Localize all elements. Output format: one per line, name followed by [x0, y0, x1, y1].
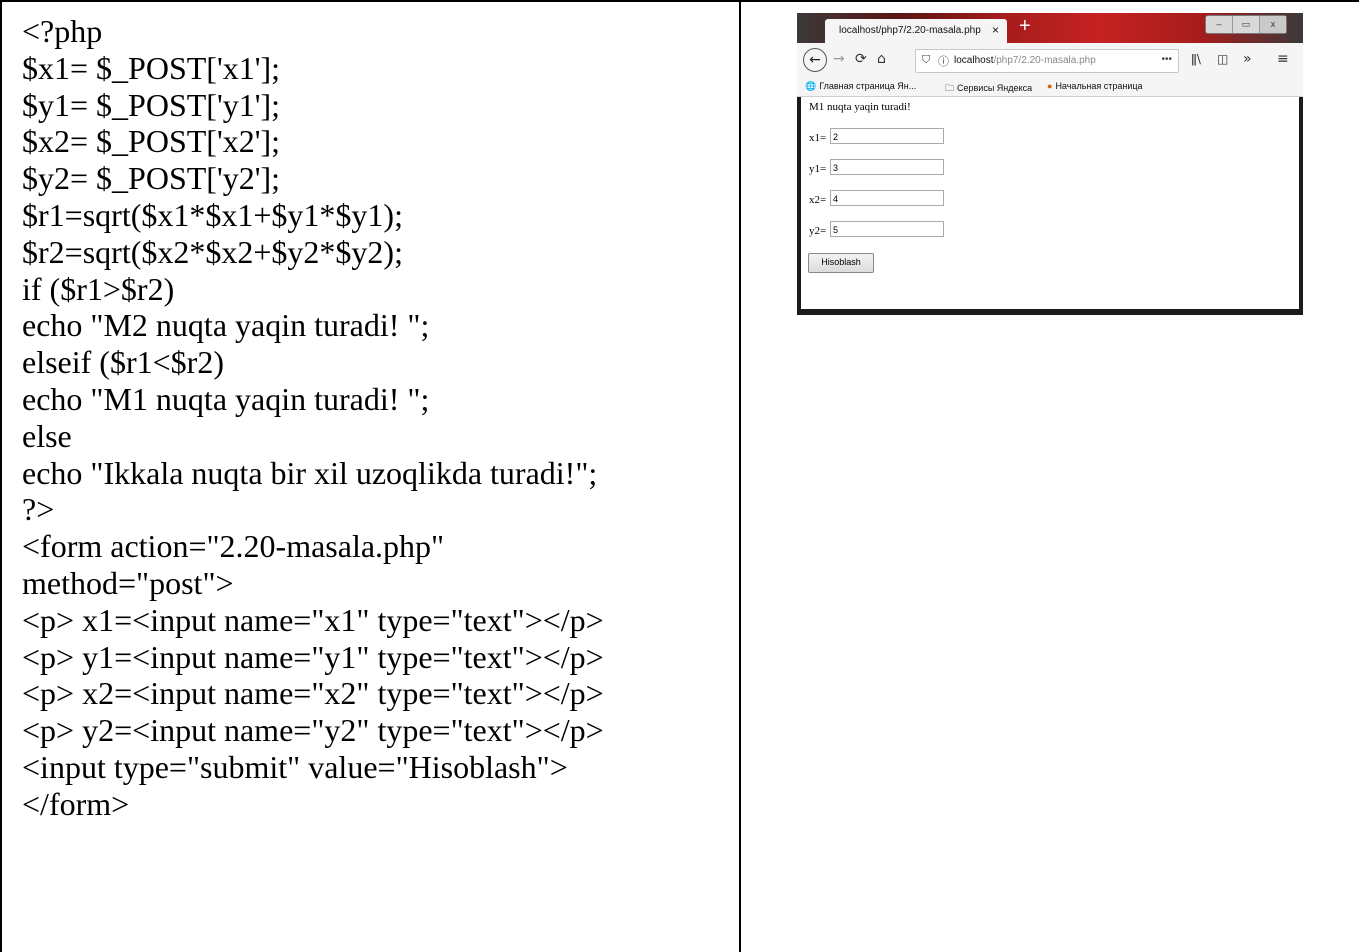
code-listing: <?php $x1= $_POST['x1']; $y1= $_POST['y1…	[22, 13, 734, 823]
submit-button[interactable]: Hisoblash	[808, 253, 874, 273]
x2-label: x2=	[809, 194, 827, 206]
bookmark-label: Начальная страница	[1055, 81, 1143, 91]
info-icon[interactable]: ⓘ	[938, 53, 949, 69]
code-line: <input type="submit" value="Hisoblash">	[22, 748, 568, 785]
code-line: $r1=sqrt($x1*$x1+$y1*$y1);	[22, 196, 403, 233]
y1-label: y1=	[809, 163, 827, 175]
code-line: $y1= $_POST['y1'];	[22, 86, 281, 123]
close-window-button[interactable]: x	[1260, 16, 1286, 33]
bookmark-item[interactable]: 🗀 Сервисы Яндекса	[945, 81, 1032, 97]
bookmark-item[interactable]: ● Начальная страница	[1047, 81, 1143, 91]
overflow-menu-icon[interactable]: »	[1243, 51, 1252, 67]
code-line: if ($r1>$r2)	[22, 270, 175, 307]
browser-tab[interactable]: localhost/php7/2.20-masala.php ×	[825, 19, 1007, 43]
sidebar-icon[interactable]: ◫	[1217, 51, 1228, 67]
code-line: echo "M2 nuqta yaqin turadi! ";	[22, 307, 430, 344]
library-icon[interactable]: ǁ\	[1191, 51, 1201, 67]
url-text: localhost/php7/2.20-masala.php	[954, 55, 1096, 66]
code-line: <p> y2=<input name="y2" type="text"></p>	[22, 712, 604, 749]
code-line: <p> x2=<input name="x2" type="text"></p>	[22, 675, 604, 712]
table-border-middle	[739, 0, 741, 952]
result-message: M1 nuqta yaqin turadi!	[809, 101, 911, 113]
code-line: <form action="2.20-masala.php"	[22, 528, 445, 565]
reload-icon[interactable]: ⟳	[855, 51, 867, 67]
y2-label: y2=	[809, 225, 827, 237]
code-line: <?php	[22, 13, 103, 49]
browser-screenshot: localhost/php7/2.20-masala.php × + – ▭ x…	[797, 13, 1303, 315]
hamburger-menu-icon[interactable]: ≡	[1277, 51, 1289, 67]
code-line: $x1= $_POST['x1'];	[22, 49, 281, 86]
x1-label: x1=	[809, 132, 827, 144]
x2-input[interactable]: 4	[830, 190, 944, 206]
browser-navbar: ← → ⟳ ⌂ ⛉ ⓘ localhost/php7/2.20-masala.p…	[797, 43, 1303, 77]
back-arrow-icon[interactable]: ←	[803, 48, 827, 72]
code-line: elseif ($r1<$r2)	[22, 344, 224, 381]
forward-arrow-icon[interactable]: →	[833, 51, 845, 67]
page-actions-icon[interactable]: •••	[1161, 54, 1172, 65]
bookmark-label: Главная страница Ян...	[819, 81, 917, 91]
y1-input[interactable]: 3	[830, 159, 944, 175]
maximize-button[interactable]: ▭	[1233, 16, 1260, 33]
close-icon[interactable]: ×	[992, 23, 999, 37]
new-tab-icon[interactable]: +	[1019, 16, 1031, 36]
shield-icon[interactable]: ⛉	[922, 53, 930, 67]
code-line: echo "Ikkala nuqta bir xil uzoqlikda tur…	[22, 454, 598, 491]
code-line: ?>	[22, 491, 55, 528]
x1-input[interactable]: 2	[830, 128, 944, 144]
bookmarks-bar: 🌐 Главная страница Ян... 🗀 Сервисы Яндекса…	[797, 77, 1303, 97]
url-host: localhost	[954, 55, 994, 66]
url-bar[interactable]: ⛉ ⓘ localhost/php7/2.20-masala.php •••	[915, 49, 1179, 73]
code-line: method="post">	[22, 564, 234, 601]
code-line: else	[22, 417, 72, 454]
bookmark-item[interactable]: 🌐 Главная страница Ян...	[805, 81, 916, 92]
tab-title: localhost/php7/2.20-masala.php	[839, 25, 981, 36]
minimize-button[interactable]: –	[1206, 16, 1233, 33]
window-controls: – ▭ x	[1205, 15, 1287, 34]
folder-icon: 🗀	[945, 83, 955, 93]
browser-titlebar: localhost/php7/2.20-masala.php × + – ▭ x	[797, 13, 1303, 43]
code-line: echo "M1 nuqta yaqin turadi! ";	[22, 380, 430, 417]
code-line: $y2= $_POST['y2'];	[22, 160, 281, 197]
firefox-icon: ●	[1047, 81, 1053, 91]
code-line: <p> x1=<input name="x1" type="text"></p>	[22, 601, 604, 638]
table-border-top	[0, 0, 1359, 2]
table-border-left	[0, 0, 2, 952]
code-line: $r2=sqrt($x2*$x2+$y2*$y2);	[22, 233, 403, 270]
y2-input[interactable]: 5	[830, 221, 944, 237]
code-line: <p> y1=<input name="y1" type="text"></p>	[22, 638, 604, 675]
home-icon[interactable]: ⌂	[877, 51, 886, 67]
url-path: /php7/2.20-masala.php	[993, 55, 1096, 66]
bookmark-label: Сервисы Яндекса	[957, 83, 1033, 93]
code-line: </form>	[22, 785, 130, 822]
globe-icon: 🌐	[805, 81, 817, 91]
code-line: $x2= $_POST['x2'];	[22, 123, 281, 160]
page-content: M1 nuqta yaqin turadi! x1= 2 y1= 3 x2= 4…	[801, 97, 1299, 309]
